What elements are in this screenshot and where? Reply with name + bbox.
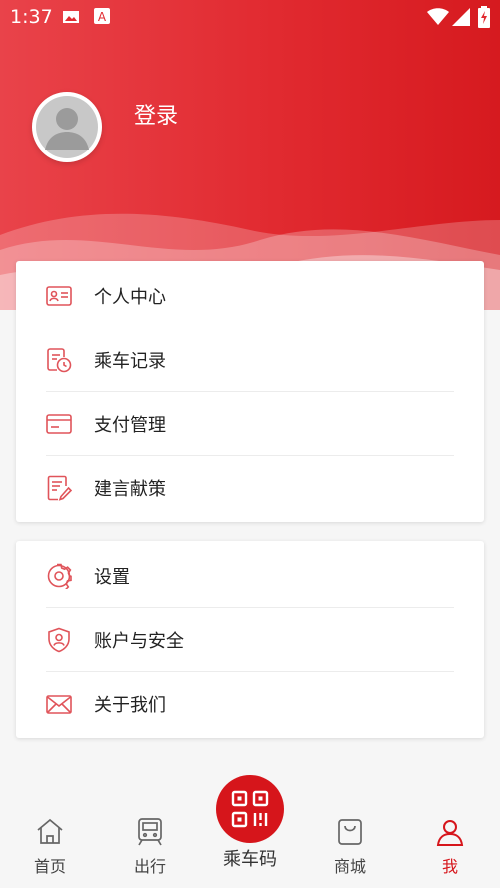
default-user-icon [36,96,98,158]
id-card-icon [46,286,72,306]
tab-label: 我 [441,857,458,876]
ride-code-button[interactable] [216,775,284,843]
tab-mall[interactable]: 商城 [300,798,400,888]
qr-code-icon [231,790,269,828]
user-icon [436,820,464,846]
tab-me[interactable]: 我 [400,798,500,888]
status-bar: 1:37 A [0,0,500,34]
menu-item-settings[interactable]: 设置 [16,543,484,607]
login-link[interactable]: 登录 [134,98,178,130]
train-icon [138,818,162,846]
shield-icon [48,627,70,653]
battery-charging-icon [478,6,490,28]
gear-icon [47,563,72,589]
mail-icon [46,695,72,714]
menu-item-label: 乘车记录 [94,351,166,372]
menu-item-suggestions[interactable]: 建言献策 [16,455,484,519]
menu-item-label: 建言献策 [94,479,166,500]
wifi-icon [427,8,449,25]
suggestion-icon [47,475,72,501]
menu-item-account-security[interactable]: 账户与安全 [16,607,484,671]
menu-card-secondary: 设置 账户与安全 关于我们 [16,541,484,738]
notification-a-icon: A [94,8,110,24]
menu-item-label: 关于我们 [94,695,166,716]
status-time: 1:37 [10,6,53,28]
gallery-icon [63,11,79,23]
menu-item-personal-center[interactable]: 个人中心 [16,263,484,327]
svg-text:A: A [98,10,107,24]
tab-travel[interactable]: 出行 [100,798,200,888]
menu-item-payment-management[interactable]: 支付管理 [16,391,484,455]
tab-label: 商城 [333,857,366,876]
menu-item-about-us[interactable]: 关于我们 [16,671,484,735]
menu-item-ride-record[interactable]: 乘车记录 [16,327,484,391]
menu-card-primary: 个人中心 乘车记录 支付管理 建言献策 [16,261,484,522]
payment-card-icon [46,414,72,434]
ride-code-label: 乘车码 [223,849,277,870]
signal-icon [452,8,470,26]
menu-item-label: 账户与安全 [94,631,184,652]
home-icon [37,818,63,844]
ride-record-icon [47,348,72,373]
menu-item-label: 支付管理 [94,415,166,436]
tab-home[interactable]: 首页 [0,798,100,888]
menu-item-label: 设置 [94,567,130,588]
tab-label: 首页 [33,857,66,876]
tab-label: 出行 [133,857,166,876]
menu-item-label: 个人中心 [94,287,166,308]
avatar[interactable] [32,92,102,162]
shopping-bag-icon [338,819,362,845]
